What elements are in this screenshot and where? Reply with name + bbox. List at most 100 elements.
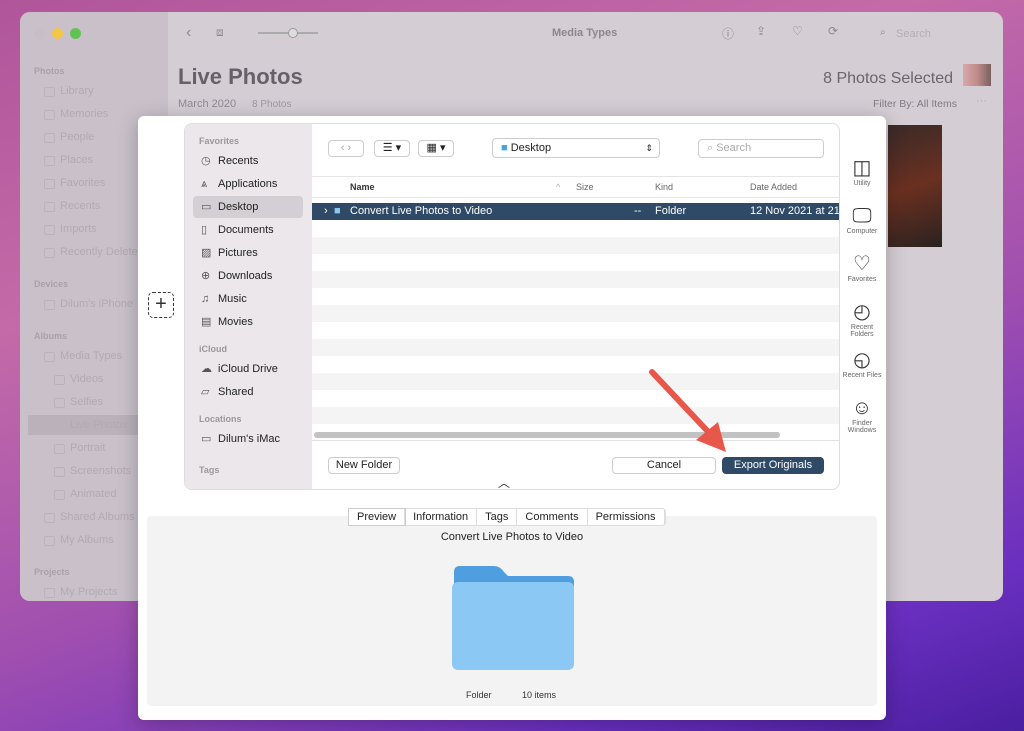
grid-view-button[interactable]: ▦ ▾ [418, 140, 454, 157]
selection-thumbnail [963, 64, 991, 86]
recent-folders-icon: ◴ [853, 301, 871, 323]
tab-tags[interactable]: Tags [477, 509, 518, 525]
quick-access-utility-folder[interactable]: ◫ Utility [842, 156, 882, 187]
sidebar-item[interactable]: Screenshots [54, 465, 131, 477]
album-icon [54, 490, 65, 500]
finder-sidebar-item[interactable]: ▤ Movies [193, 311, 303, 333]
sidebar-item[interactable]: Dilum's iPhone [44, 298, 133, 310]
quick-access-label: Recent Files [842, 372, 882, 379]
sidebar-item[interactable]: Portrait [54, 442, 105, 454]
sidebar-item[interactable]: Library [44, 85, 94, 97]
finder-sidebar-item[interactable]: ◷ Recents [193, 150, 303, 172]
quick-access-finder[interactable]: ☺ Finder Windows [842, 396, 882, 434]
quick-access-heart[interactable]: ♡ Favorites [842, 252, 882, 283]
column-date[interactable]: Date Added [750, 182, 797, 192]
sidebar-item[interactable]: Recently Deleted [44, 246, 144, 258]
finder-sidebar-item[interactable]: ♫ Music [193, 288, 303, 310]
sidebar-item[interactable]: Videos [54, 373, 103, 385]
file-row[interactable]: › ■ Convert Live Photos to Video -- Fold… [312, 203, 839, 220]
info-icon[interactable]: ⓘ [722, 25, 734, 42]
sidebar-item[interactable]: Memories [44, 108, 109, 120]
file-name: Convert Live Photos to Video [350, 205, 493, 217]
sidebar-item[interactable]: Imports [44, 223, 97, 235]
heart-icon[interactable]: ♡ [792, 24, 803, 38]
zoom-slider[interactable] [258, 28, 318, 38]
sidebar-item[interactable]: People [44, 131, 94, 143]
finder-sidebar-item[interactable]: ▱ Shared [193, 381, 303, 403]
sidebar-item[interactable]: Shared Albums [44, 511, 135, 523]
finder-sidebar-item[interactable]: ⩓ Applications [193, 173, 303, 195]
sidebar-item[interactable]: Favorites [44, 177, 106, 189]
search-field[interactable]: ⌕ Search [698, 139, 824, 158]
empty-row [312, 305, 839, 322]
quick-access-recent-files[interactable]: ◵ Recent Files [842, 348, 882, 379]
disclosure-icon[interactable]: › [324, 205, 328, 217]
list-view-button[interactable]: ☰ ▾ [374, 140, 410, 157]
album-icon [44, 87, 55, 97]
sidebar-item[interactable]: Places [44, 154, 94, 166]
new-folder-button[interactable]: New Folder [328, 457, 400, 474]
sidebar-item-label: Favorites [60, 177, 106, 189]
sidebar-item[interactable]: Live Photos [54, 419, 127, 431]
album-icon [44, 133, 55, 143]
tab-preview[interactable]: Preview [349, 509, 406, 525]
rotate-icon[interactable]: ⟳ [828, 24, 838, 38]
finder-section-title: Favorites [199, 136, 240, 146]
add-icon[interactable]: + [148, 292, 174, 318]
sidebar-item-label: Imports [60, 223, 97, 235]
quick-access-recent-folders[interactable]: ◴ Recent Folders [842, 300, 882, 338]
sidebar-item[interactable]: Selfies [54, 396, 103, 408]
sidebar-item[interactable]: Recents [44, 200, 100, 212]
quick-access-computer[interactable]: 🖵 Computer [842, 204, 882, 235]
sidebar-item[interactable]: Media Types [44, 350, 122, 362]
sidebar-item-label: Memories [60, 108, 109, 120]
column-kind[interactable]: Kind [655, 182, 673, 192]
finder-sidebar-label: Desktop [218, 201, 259, 213]
search-field[interactable]: Search [896, 28, 931, 40]
empty-row [312, 237, 839, 254]
zoom-button[interactable] [70, 28, 81, 39]
sidebar-item-label: Library [60, 85, 94, 97]
sidebar-item-label: Animated [70, 488, 117, 500]
finder-sidebar-item[interactable]: ▯ Documents [193, 219, 303, 241]
share-icon[interactable]: ⇪ [756, 24, 766, 38]
column-size[interactable]: Size [576, 182, 594, 192]
export-dialog: + Favorites ◷ Recents ⩓ Applications ▭ Desktop… [138, 116, 886, 720]
collapse-icon[interactable]: ︿ [498, 474, 510, 489]
close-button[interactable] [34, 28, 45, 39]
minimize-button[interactable] [52, 28, 63, 39]
clock-icon: ◷ [201, 155, 211, 167]
album-icon [44, 300, 55, 310]
finder-sidebar-item[interactable]: ▭ Desktop [193, 196, 303, 218]
finder-sidebar-item[interactable]: ☁ iCloud Drive [193, 358, 303, 380]
finder-sidebar-item[interactable]: ▨ Pictures [193, 242, 303, 264]
photo-thumbnail[interactable] [888, 125, 942, 247]
export-originals-button[interactable]: Export Originals [722, 457, 824, 474]
filter-dropdown[interactable]: Filter By: All Items [873, 98, 957, 110]
more-icon[interactable]: ··· [976, 95, 987, 107]
tab-comments[interactable]: Comments [517, 509, 588, 525]
sidebar-item-label: Places [60, 154, 94, 166]
sidebar-item[interactable]: My Albums [44, 534, 114, 546]
preview-title: Convert Live Photos to Video [440, 531, 584, 543]
location-dropdown[interactable]: ■ Desktop ⇕ [492, 138, 660, 158]
finder-sidebar-label: Recents [218, 155, 259, 167]
empty-row [312, 390, 839, 407]
sort-icon: ^ [556, 182, 561, 192]
tab-permissions[interactable]: Permissions [588, 509, 665, 525]
finder-section-title: iCloud [199, 344, 227, 354]
tab-information[interactable]: Information [405, 509, 478, 525]
slideshow-icon[interactable]: ⧈ [216, 25, 224, 40]
album-icon [44, 110, 55, 120]
finder-sidebar-item[interactable]: ▭ Dilum's iMac [193, 428, 303, 450]
finder-sidebar-item[interactable]: ⊕ Downloads [193, 265, 303, 287]
back-icon[interactable]: ‹ [186, 24, 191, 42]
back-forward-buttons[interactable]: ‹ › [328, 140, 364, 157]
sidebar-item[interactable]: My Projects [44, 586, 117, 598]
cancel-button[interactable]: Cancel [612, 457, 716, 474]
sidebar-section-title: Photos [34, 66, 65, 76]
cloud-icon: ☁ [201, 363, 212, 375]
album-icon [44, 248, 55, 258]
column-name[interactable]: Name [350, 182, 375, 192]
sidebar-item[interactable]: Animated [54, 488, 117, 500]
